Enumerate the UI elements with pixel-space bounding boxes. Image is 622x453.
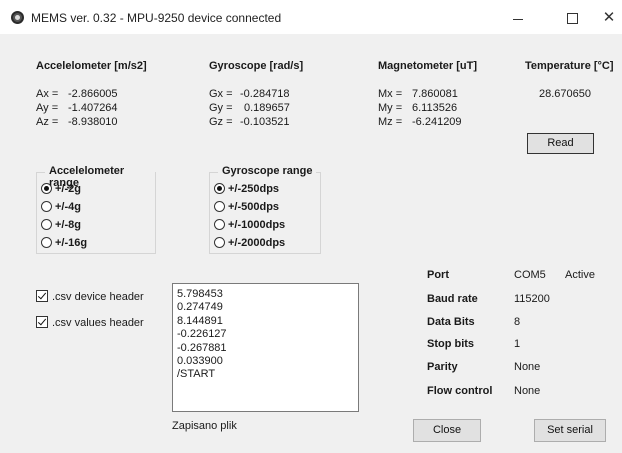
port-label: Port (427, 269, 449, 281)
port-status: Active (565, 269, 595, 281)
gx-label: Gx = (209, 88, 233, 100)
close-icon[interactable]: ✕ (594, 6, 622, 30)
accel-range-16g-label: +/-16g (55, 237, 88, 249)
radio-icon (214, 200, 225, 212)
accel-range-8g-radio[interactable]: +/-8g (41, 218, 81, 235)
ax-label: Ax = (36, 88, 59, 100)
gyroscope-range-group: Gyroscope range +/-250dps +/-500dps +/-1… (209, 165, 321, 254)
my-label: My = (378, 102, 403, 114)
output-line: 8.144891 (177, 314, 223, 327)
az-value: -8.938010 (68, 116, 118, 128)
radio-icon (214, 218, 225, 230)
mz-label: Mz = (378, 116, 403, 128)
gz-label: Gz = (209, 116, 233, 128)
baud-rate-label: Baud rate (427, 293, 478, 305)
gz-value: -0.103521 (240, 116, 290, 128)
accelerometer-range-group: Accelelometer range +/-2g +/-4g +/-8g +/… (36, 165, 156, 254)
accel-range-2g-label: +/-2g (55, 183, 81, 195)
radio-icon (41, 200, 52, 212)
port-value: COM5 (514, 269, 546, 281)
gyro-range-1000-label: +/-1000dps (228, 219, 286, 231)
accel-range-2g-radio[interactable]: +/-2g (41, 182, 81, 199)
accelerometer-header: Accelelometer [m/s2] (36, 60, 147, 72)
my-value: 6.113526 (412, 102, 458, 114)
stop-bits-value: 1 (514, 338, 521, 350)
output-line: 0.033900 (177, 355, 223, 368)
gy-value: 0.189657 (244, 102, 290, 114)
csv-device-header-label: .csv device header (52, 291, 144, 303)
az-label: Az = (36, 116, 59, 128)
output-line: -0.267881 (177, 341, 227, 354)
radio-icon (214, 236, 225, 248)
window-title: MEMS ver. 0.32 - MPU-9250 device connect… (31, 11, 282, 25)
output-line: 5.798453 (177, 288, 223, 300)
mx-value: 7.860081 (412, 88, 458, 100)
status-text: Zapisano plik (172, 420, 237, 432)
csv-values-header-checkbox[interactable]: .csv values header (36, 316, 144, 329)
gyro-range-250-label: +/-250dps (228, 183, 280, 195)
flow-control-value: None (514, 385, 541, 397)
output-line: /START (177, 368, 216, 381)
parity-value: None (514, 361, 541, 373)
gyro-range-500-label: +/-500dps (228, 201, 280, 213)
title-bar: MEMS ver. 0.32 - MPU-9250 device connect… (0, 0, 622, 34)
gyro-range-2000-label: +/-2000dps (228, 237, 286, 249)
accel-range-4g-label: +/-4g (55, 201, 81, 213)
gx-value: -0.284718 (240, 88, 290, 100)
gyro-range-1000-radio[interactable]: +/-1000dps (214, 218, 286, 235)
temperature-header: Temperature [°C] (525, 60, 614, 72)
output-line: -0.226127 (177, 328, 227, 341)
close-button[interactable]: Close (413, 419, 481, 442)
accel-range-8g-label: +/-8g (55, 219, 81, 231)
gyro-range-250-radio[interactable]: +/-250dps (214, 182, 280, 199)
checkbox-checked-icon (36, 290, 48, 303)
ay-value: -1.407264 (68, 102, 118, 114)
mx-label: Mx = (378, 88, 403, 100)
csv-values-header-label: .csv values header (52, 317, 144, 329)
app-icon[interactable] (11, 11, 24, 24)
ay-label: Ay = (36, 102, 59, 114)
parity-label: Parity (427, 361, 458, 373)
gyro-range-500-radio[interactable]: +/-500dps (214, 200, 280, 217)
gyro-range-2000-radio[interactable]: +/-2000dps (214, 236, 286, 253)
checkbox-checked-icon (36, 316, 48, 329)
magnetometer-header: Magnetometer [uT] (378, 60, 477, 72)
temperature-value: 28.670650 (539, 88, 591, 100)
set-serial-button[interactable]: Set serial (534, 419, 606, 442)
baud-rate-value: 115200 (514, 293, 550, 305)
output-line: 0.274749 (177, 301, 223, 314)
data-bits-value: 8 (514, 316, 521, 328)
mz-value: -6.241209 (412, 116, 462, 128)
gyroscope-range-title: Gyroscope range (218, 165, 317, 177)
data-bits-label: Data Bits (427, 316, 475, 328)
radio-icon (41, 218, 52, 230)
radio-icon (41, 236, 52, 248)
csv-device-header-checkbox[interactable]: .csv device header (36, 290, 144, 303)
radio-selected-icon (214, 182, 225, 194)
output-textbox[interactable]: 5.798453 0.274749 8.144891 -0.226127 -0.… (172, 283, 359, 412)
gy-label: Gy = (209, 102, 233, 114)
flow-control-label: Flow control (427, 385, 493, 397)
accel-range-16g-radio[interactable]: +/-16g (41, 236, 88, 253)
radio-selected-icon (41, 182, 52, 194)
read-button[interactable]: Read (527, 133, 594, 154)
ax-value: -2.866005 (68, 88, 118, 100)
minimize-icon[interactable] (503, 6, 533, 30)
maximize-icon[interactable] (557, 6, 587, 30)
accel-range-4g-radio[interactable]: +/-4g (41, 200, 81, 217)
gyroscope-header: Gyroscope [rad/s] (209, 60, 304, 72)
stop-bits-label: Stop bits (427, 338, 475, 350)
